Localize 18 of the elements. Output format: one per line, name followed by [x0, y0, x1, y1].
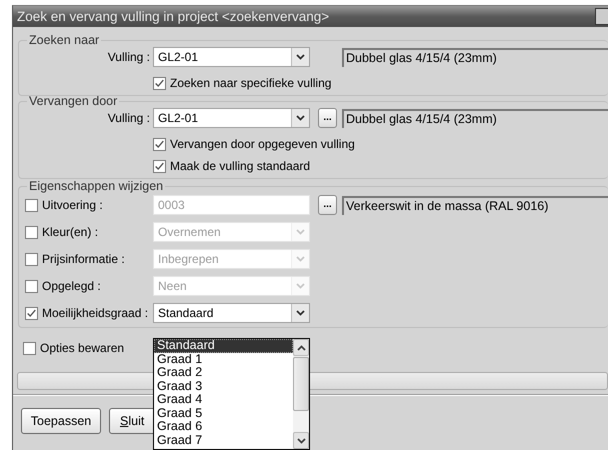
field-label: Moeilijkheidsgraad :: [42, 306, 148, 320]
checkbox-label: Opties bewaren: [40, 341, 124, 355]
checkbox-label: Maak de vulling standaard: [170, 159, 310, 173]
field-label: Prijsinformatie :: [42, 252, 125, 266]
group-title: Zoeken naar: [28, 33, 100, 47]
window-title: Zoek en vervang vulling in project <zoekenvervang>: [17, 9, 330, 24]
field-label: Uitvoering :: [42, 198, 103, 212]
checkbox-label: Vervangen door opgegeven vulling: [170, 137, 355, 151]
field-label: Vulling :: [106, 50, 151, 64]
description-field: Dubbel glas 4/15/4 (23mm): [342, 48, 608, 66]
field-label: Vulling :: [106, 111, 151, 125]
description-field: Dubbel glas 4/15/4 (23mm): [342, 108, 608, 128]
field-label: Kleur(en) :: [42, 225, 98, 239]
description-field: Verkeerswit in de massa (RAL 9016): [342, 196, 608, 214]
checkbox-label: Zoeken naar specifieke vulling: [170, 76, 332, 90]
group-title: Vervangen door: [28, 94, 118, 108]
field-label: Opgelegd :: [42, 279, 101, 293]
group-title: Eigenschappen wijzigen: [28, 179, 164, 193]
